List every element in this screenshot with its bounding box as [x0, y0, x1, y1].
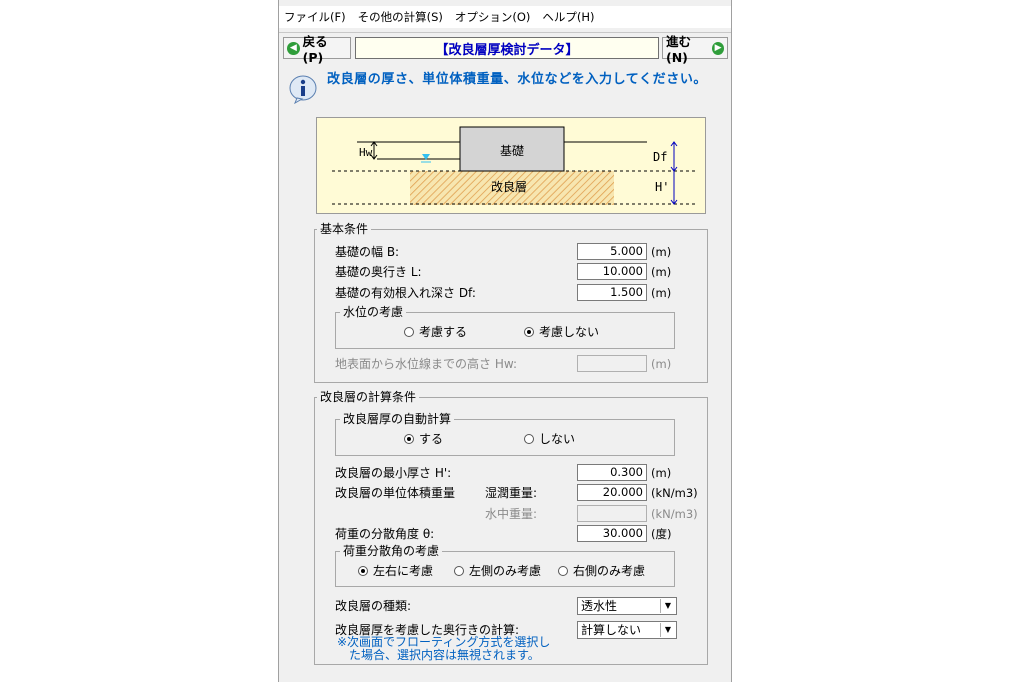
angle-input[interactable]: 30.000	[577, 525, 647, 542]
radio-on-icon	[358, 566, 368, 576]
layer-type-value: 透水性	[581, 599, 618, 613]
auto-calc-yes-radio[interactable]: する	[404, 431, 443, 447]
radio-off-icon	[404, 327, 414, 337]
label-foundation: 基礎	[500, 144, 525, 158]
nav-bar: ◀ 戻る(P) 【改良層厚検討データ】 進む(N) ▶	[279, 32, 731, 65]
auto-calc-yes-label: する	[419, 432, 444, 446]
disp-both-radio[interactable]: 左右に考慮	[358, 563, 433, 579]
page-title: 【改良層厚検討データ】	[355, 37, 659, 59]
layer-type-label: 改良層の種類:	[335, 599, 412, 613]
angle-label: 荷重の分散角度 θ:	[335, 527, 435, 541]
water-not-consider-label: 考慮しない	[539, 325, 600, 339]
radio-off-icon	[454, 566, 464, 576]
back-arrow-icon: ◀	[287, 41, 300, 55]
dispersion-group: 荷重分散角の考慮 左右に考慮 左側のみ考慮 右側のみ考慮	[335, 544, 675, 587]
basic-conditions-group: 基本条件 基礎の幅 B: 5.000 (m) 基礎の奥行き L: 10.000 …	[314, 222, 708, 383]
improved-layer-title: 改良層の計算条件	[317, 390, 420, 404]
chevron-down-icon[interactable]: ▼	[660, 623, 675, 637]
back-button-label: 戻る(P)	[302, 34, 328, 65]
radio-off-icon	[524, 434, 534, 444]
menu-other-calc[interactable]: その他の計算(S)	[353, 6, 450, 28]
hw-unit: (m)	[651, 357, 672, 371]
angle-unit: (度)	[651, 527, 672, 541]
info-message: 改良層の厚さ、単位体積重量、水位などを入力してください。	[287, 72, 717, 110]
depth-label: 基礎の奥行き L:	[335, 265, 422, 279]
submerged-weight-label: 水中重量:	[485, 507, 538, 521]
menu-help[interactable]: ヘルプ(H)	[537, 6, 601, 28]
auto-calc-group: 改良層厚の自動計算 する しない	[335, 412, 675, 456]
disp-right-radio[interactable]: 右側のみ考慮	[558, 563, 645, 579]
radio-off-icon	[558, 566, 568, 576]
label-df: Df	[653, 150, 668, 164]
depth-input[interactable]: 10.000	[577, 263, 647, 280]
wet-weight-label: 湿潤重量:	[485, 486, 538, 500]
min-thickness-label: 改良層の最小厚さ H':	[335, 466, 452, 480]
menu-bar: ファイル(F) その他の計算(S) オプション(O) ヘルプ(H)	[279, 6, 731, 28]
width-input[interactable]: 5.000	[577, 243, 647, 260]
menu-options[interactable]: オプション(O)	[450, 6, 538, 28]
submerged-weight-input[interactable]	[577, 505, 647, 522]
auto-calc-no-radio[interactable]: しない	[524, 431, 575, 447]
hw-input[interactable]	[577, 355, 647, 372]
label-h: H'	[655, 180, 670, 194]
min-thickness-input[interactable]: 0.300	[577, 464, 647, 481]
label-hw: Hw	[359, 146, 373, 159]
disp-right-label: 右側のみ考慮	[573, 564, 646, 578]
water-consider-label: 考慮する	[419, 325, 468, 339]
depth-calc-value: 計算しない	[581, 623, 642, 637]
disp-left-label: 左側のみ考慮	[469, 564, 542, 578]
chevron-down-icon[interactable]: ▼	[660, 599, 675, 613]
foundation-diagram: 基礎 改良層 Hw Df H'	[316, 117, 706, 214]
back-button[interactable]: ◀ 戻る(P)	[283, 34, 351, 65]
label-improved-layer: 改良層	[491, 180, 528, 194]
app-window: ファイル(F) その他の計算(S) オプション(O) ヘルプ(H) ◀ 戻る(P…	[278, 0, 732, 682]
next-button-label: 進む(N)	[666, 34, 692, 65]
dispersion-title: 荷重分散角の考慮	[340, 544, 443, 558]
width-unit: (m)	[651, 245, 672, 259]
water-level-title: 水位の考慮	[340, 305, 407, 319]
hw-label: 地表面から水位線までの高さ Hw:	[335, 357, 518, 371]
improved-layer-group: 改良層の計算条件 改良層厚の自動計算 する しない 改良層の最小厚さ H': 0…	[314, 390, 708, 665]
layer-type-select[interactable]: 透水性 ▼	[577, 597, 677, 615]
next-arrow-icon: ▶	[712, 41, 724, 55]
menu-file[interactable]: ファイル(F)	[279, 6, 353, 28]
radio-on-icon	[404, 434, 414, 444]
auto-calc-title: 改良層厚の自動計算	[340, 412, 455, 426]
depth-unit: (m)	[651, 265, 672, 279]
wet-weight-input[interactable]: 20.000	[577, 484, 647, 501]
basic-conditions-title: 基本条件	[317, 222, 372, 236]
radio-on-icon	[524, 327, 534, 337]
width-label: 基礎の幅 B:	[335, 245, 400, 259]
min-thickness-unit: (m)	[651, 466, 672, 480]
df-unit: (m)	[651, 286, 672, 300]
unit-weight-label: 改良層の単位体積重量	[335, 486, 456, 500]
df-label: 基礎の有効根入れ深さ Df:	[335, 286, 476, 300]
disp-both-label: 左右に考慮	[373, 564, 434, 578]
note-line-2: た場合、選択内容は無視されます。	[349, 648, 540, 662]
df-input[interactable]: 1.500	[577, 284, 647, 301]
wet-weight-unit: (kN/m3)	[651, 486, 698, 500]
submerged-weight-unit: (kN/m3)	[651, 507, 698, 521]
disp-left-radio[interactable]: 左側のみ考慮	[454, 563, 541, 579]
auto-calc-no-label: しない	[539, 432, 576, 446]
diagram-svg	[332, 126, 697, 205]
info-icon	[289, 75, 317, 104]
next-button[interactable]: 進む(N) ▶	[662, 34, 728, 65]
water-level-group: 水位の考慮 考慮する 考慮しない	[335, 305, 675, 349]
info-text: 改良層の厚さ、単位体積重量、水位などを入力してください。	[327, 72, 708, 87]
water-not-consider-radio[interactable]: 考慮しない	[524, 324, 599, 340]
water-consider-radio[interactable]: 考慮する	[404, 324, 467, 340]
depth-calc-select[interactable]: 計算しない ▼	[577, 621, 677, 639]
